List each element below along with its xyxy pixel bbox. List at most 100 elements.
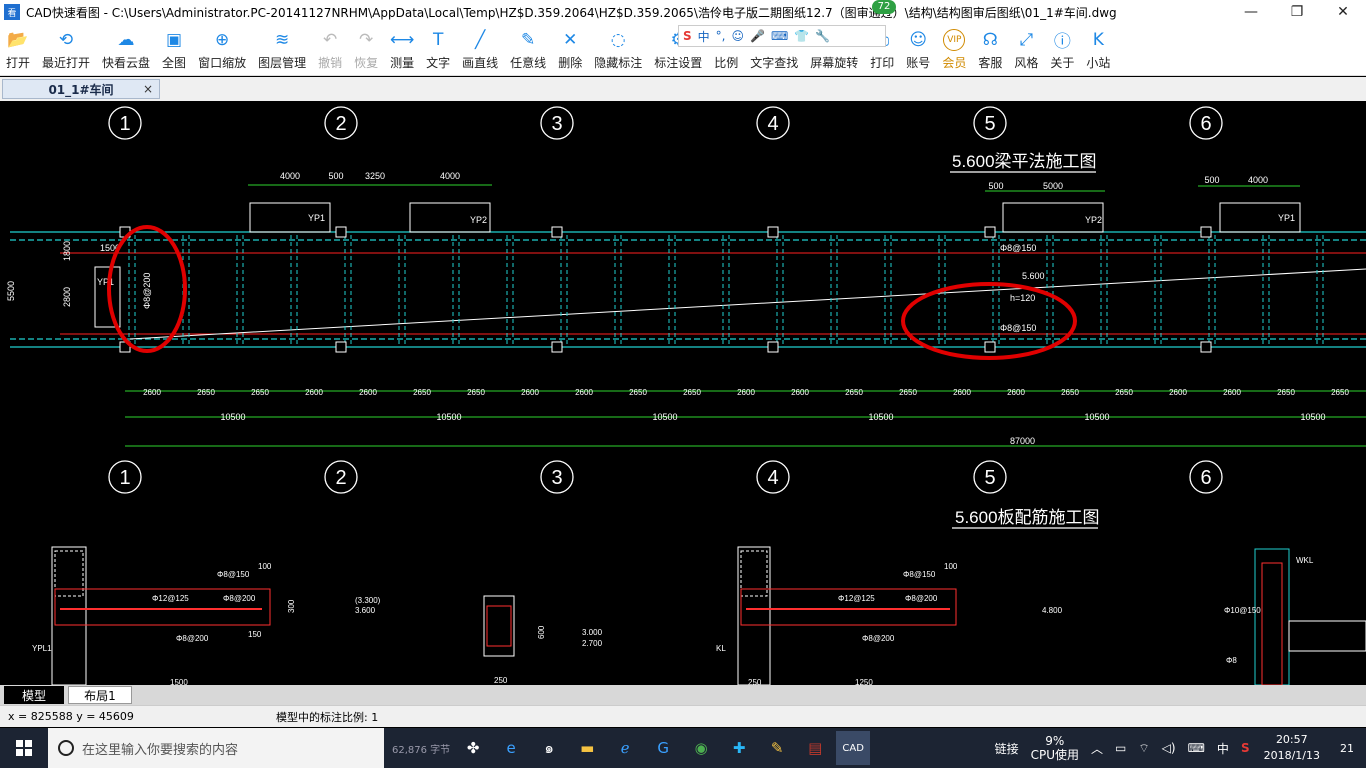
ime-punct[interactable]: °, — [716, 29, 726, 43]
toolbar-button-redo[interactable]: ↷ 恢复 — [348, 24, 384, 75]
tab-model[interactable]: 模型 — [4, 686, 64, 704]
layers-icon: ≋ — [274, 29, 290, 50]
tray-link[interactable]: 链接 — [989, 740, 1025, 757]
drawing-canvas[interactable]: 123456 123456 YP1 YP2 YP2 YP1 YP1 Φ8@150… — [0, 101, 1366, 685]
cad-drawing: 123456 123456 YP1 YP2 YP2 YP1 YP1 Φ8@150… — [6, 106, 1366, 685]
top-dim-text: 5000 — [1043, 181, 1063, 191]
explorer-icon[interactable]: ▬ — [570, 731, 604, 765]
ime-toolbar[interactable]: S 中 °, ☺ 🎤 ⌨ 👕 🔧 — [678, 25, 886, 47]
sogou-tray-icon[interactable]: S — [1235, 741, 1256, 755]
fan-app-icon[interactable]: ✤ — [456, 731, 490, 765]
column-marker — [767, 341, 779, 353]
toolbar-button-layers[interactable]: ≋ 图层管理 — [252, 24, 312, 75]
wrench-icon[interactable]: 🔧 — [815, 29, 830, 43]
doc-tab[interactable]: 01_1#车间 × — [2, 79, 160, 99]
toolbar-button-user[interactable]: ☺ 账号 — [900, 24, 936, 75]
axis-top-label-2: 2 — [335, 113, 346, 135]
toolbar-button-line[interactable]: ╱ 画直线 — [456, 24, 504, 75]
tab-close-icon[interactable]: × — [143, 82, 153, 96]
toolbar-label: 风格 — [1014, 55, 1039, 70]
bay-dim-text: 2600 — [1223, 388, 1241, 397]
toolbar-button-delete[interactable]: ✕ 删除 — [552, 24, 588, 75]
tab-layout1[interactable]: 布局1 — [68, 686, 132, 704]
close-button[interactable]: ✕ — [1320, 0, 1366, 24]
span-dim-text: 10500 — [868, 412, 893, 422]
taskbar-search[interactable]: 在这里输入你要搜索的内容 — [48, 728, 384, 768]
notification-icon[interactable]: 21 — [1328, 728, 1366, 768]
toolbar-button-pen[interactable]: ✎ 任意线 — [504, 24, 552, 75]
yp-boxes — [94, 202, 1301, 328]
toolbar-button-info[interactable]: ⓘ 关于 — [1044, 24, 1080, 75]
toolbar-button-style[interactable]: ⤢ 风格 — [1008, 24, 1044, 75]
cad-app-icon[interactable]: CAD — [836, 731, 871, 765]
360-app-icon[interactable]: ◉ — [684, 731, 718, 765]
s1-rebar-t4: Φ8@200 — [176, 634, 209, 643]
beam-plan-title: 5.600梁平法施工图 — [952, 152, 1097, 171]
g-app-icon[interactable]: G — [646, 731, 680, 765]
toolbar-button-headset[interactable]: ☊ 客服 — [972, 24, 1008, 75]
mic-icon[interactable]: 🎤 — [750, 29, 765, 43]
toolbar-button-folder[interactable]: 📂 打开 — [0, 24, 36, 75]
s3-elev: 4.800 — [1042, 606, 1063, 615]
toolbar-button-hide[interactable]: ◌ 隐藏标注 — [588, 24, 648, 75]
volume-icon[interactable]: ◁) — [1156, 741, 1182, 755]
history-icon: ⟲ — [58, 29, 74, 50]
toolbar-button-site[interactable]: K 小站 — [1080, 24, 1116, 75]
toolbar-button-measure[interactable]: ⟷ 测量 — [384, 24, 420, 75]
toolbar-button-cloud[interactable]: ☁ 快看云盘 — [96, 24, 156, 75]
toolbar-label: 撤销 — [318, 55, 343, 70]
skin-icon[interactable]: 👕 — [794, 29, 809, 43]
s1-elev: (3.300) — [355, 596, 381, 605]
axis-top-label-6: 6 — [1200, 113, 1211, 135]
emoji-icon[interactable]: ☺ — [732, 29, 745, 43]
battery-icon[interactable]: ▭ — [1109, 741, 1132, 755]
toolbar-label: 图层管理 — [258, 55, 307, 70]
bay-dim-text: 2600 — [521, 388, 539, 397]
measure-icon: ⟷ — [389, 29, 415, 50]
spiral-app-icon[interactable]: ๑ — [532, 731, 566, 765]
app-blue-icon[interactable]: ✚ — [722, 731, 756, 765]
minimize-button[interactable]: — — [1228, 0, 1274, 24]
top-dim-text: 4000 — [440, 171, 460, 181]
section-detail-2: 3.000 2.700 250 600 — [483, 595, 603, 685]
s1-d300: 300 — [287, 599, 296, 613]
toolbar-label: 快看云盘 — [102, 55, 151, 70]
toolbar-button-history[interactable]: ⟲ 最近打开 — [36, 24, 96, 75]
bay-dim-text: 2650 — [1061, 388, 1079, 397]
yp1b-label: YP1 — [1278, 213, 1295, 223]
fullview-icon: ▣ — [166, 29, 183, 50]
toolbar-button-vip[interactable]: VIP 会员 — [936, 24, 972, 75]
toolbar-label: 恢复 — [354, 55, 379, 70]
ime-tray[interactable]: 中 — [1211, 740, 1235, 757]
toolbar-button-fullview[interactable]: ▣ 全图 — [156, 24, 192, 75]
ie-icon[interactable]: ℯ — [608, 731, 642, 765]
beam-plan — [10, 231, 1366, 348]
toolbar-button-zoom-window[interactable]: ⊕ 窗口缩放 — [192, 24, 252, 75]
bay-dim-text: 2650 — [413, 388, 431, 397]
clock[interactable]: 20:57 2018/1/13 — [1256, 732, 1328, 764]
style-icon: ⤢ — [1019, 29, 1034, 50]
notes-app-icon[interactable]: ✎ — [760, 731, 794, 765]
windows-start-icon[interactable] — [0, 728, 48, 768]
folder-icon: 📂 — [7, 29, 29, 50]
column-marker — [984, 341, 996, 353]
maximize-button[interactable]: ❐ — [1274, 0, 1320, 24]
bay-dim-text: 2650 — [251, 388, 269, 397]
edge-icon[interactable]: e — [494, 731, 528, 765]
toolbar-label: 全图 — [162, 55, 187, 70]
bay-dim-text: 2650 — [1331, 388, 1349, 397]
bay-dim-text: 2600 — [1169, 388, 1187, 397]
keyboard-icon[interactable]: ⌨ — [771, 29, 788, 43]
keyboard-tray-icon[interactable]: ⌨ — [1182, 741, 1211, 755]
network-icon[interactable]: ⌔ — [1132, 741, 1155, 756]
rebar-lines — [60, 252, 1366, 335]
toolbar-button-text[interactable]: T 文字 — [420, 24, 456, 75]
yp2b-label: YP2 — [1085, 215, 1102, 225]
ime-mode[interactable]: 中 — [698, 28, 710, 45]
chevron-up-icon[interactable]: ︿ — [1085, 740, 1109, 757]
span-dim-text: 10500 — [436, 412, 461, 422]
toolbar-button-undo[interactable]: ↶ 撤销 — [312, 24, 348, 75]
s1-elev2: 3.600 — [355, 606, 376, 615]
span-dim-text: 10500 — [1300, 412, 1325, 422]
winrar-icon[interactable]: ▤ — [798, 731, 832, 765]
